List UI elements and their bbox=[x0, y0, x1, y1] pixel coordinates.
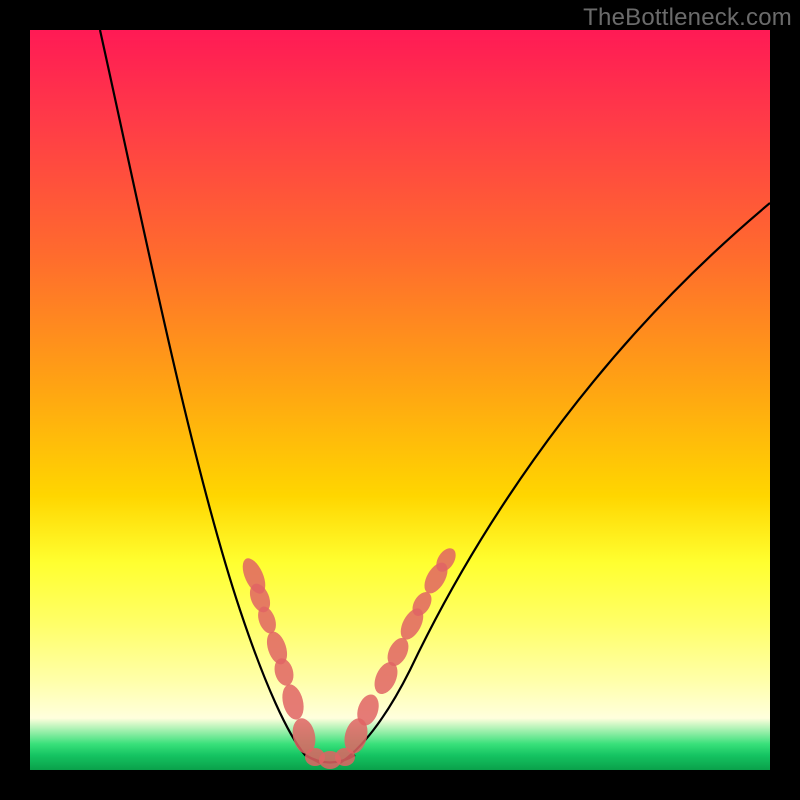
curve-right bbox=[340, 203, 770, 763]
chart-svg bbox=[30, 30, 770, 770]
bead-left-5 bbox=[279, 682, 307, 722]
watermark-text: TheBottleneck.com bbox=[583, 4, 792, 32]
plot-area bbox=[30, 30, 770, 770]
bead-bottom-2 bbox=[335, 748, 355, 766]
bead-group bbox=[238, 545, 460, 769]
chart-stage: TheBottleneck.com bbox=[0, 0, 800, 800]
